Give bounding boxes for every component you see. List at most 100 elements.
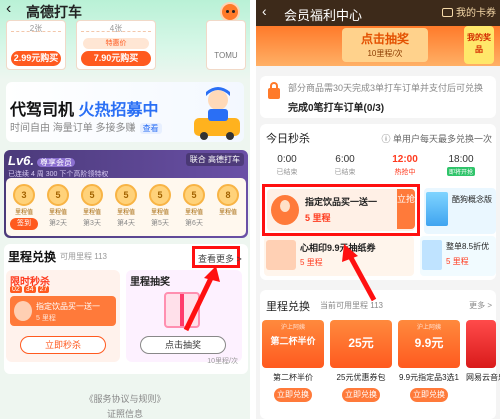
deal-points: 5 里程 (446, 257, 469, 266)
redeem-button[interactable]: 立即兑换 (410, 388, 448, 402)
deal-name: 整单8.5折优 (446, 242, 490, 251)
ticket-card[interactable]: TOMU (206, 20, 246, 70)
ticket-card[interactable]: 4张 特惠价 7.90元购买 (76, 20, 156, 70)
coupon-card[interactable]: 网易云音乐 (466, 320, 500, 408)
mileage-redeem-section: 里程兑换 当前可用里程 113 更多 > 沪上阿姨 第二杯半价 第二杯半价 立即兑… (260, 290, 500, 419)
checkin-day[interactable]: 5 里程值 第3天 (76, 182, 108, 232)
ticket-brand: TOMU (214, 51, 238, 60)
card-icon (442, 8, 453, 17)
redeem-button[interactable]: 立即兑换 (274, 388, 312, 402)
ticket-price-button[interactable]: 7.90元购买 (81, 51, 151, 66)
ticket-strip: 2张 2.99元购买 4张 特惠价 7.90元购买 TOMU (6, 20, 250, 70)
drink-icon (271, 195, 299, 225)
drink-icon (14, 301, 32, 321)
deal-points: 5 里程 (300, 258, 323, 267)
coupon-name: 第二杯半价 (273, 373, 313, 382)
my-coupons-button[interactable]: 我的卡券 (442, 4, 496, 19)
more-link[interactable]: 更多 > (469, 300, 492, 311)
checkin-days: 3 里程值 签到 5 里程值 第2天 5 里程值 第3天 5 里程值 第4天 5 里程值 第5天 5… (6, 178, 246, 236)
checkin-day[interactable]: 8 里程值 (212, 182, 244, 232)
checkin-day[interactable]: 5 里程值 第4天 (110, 182, 142, 232)
left-screenshot-panel: ‹ 高德打车 2张 2.99元购买 4张 特惠价 7.90元购买 TOMU 代驾… (0, 0, 250, 419)
product-image (422, 240, 442, 270)
lock-icon (268, 82, 280, 99)
deal-name: 心相印9.9元抽纸券 (300, 243, 376, 253)
lottery-cost: 10里程/次 (207, 358, 238, 365)
back-arrow-icon[interactable]: ‹ (6, 1, 11, 17)
available-mileage: 可用里程 113 (60, 252, 107, 261)
coupon-card[interactable]: 沪上阿姨 9.9元 9.9元指定品3选1 立即兑换 (398, 320, 460, 408)
ticket-card[interactable]: 2张 2.99元购买 (6, 20, 66, 70)
look-button[interactable]: 查看 (139, 123, 162, 134)
flash-sale-card[interactable]: 限时秒杀 02 34 27 指定饮品买一送一 5 里程 立即秒杀 (6, 270, 120, 362)
unlock-notice: 部分商品需30天完成3单打车订单并支付后可兑换 完成0笔打车订单(0/3) (260, 76, 496, 118)
checkin-day[interactable]: 5 里程值 第5天 (144, 182, 176, 232)
driver-banner-subtitle: 时间自由 海量订单 多接多赚 查看 (10, 119, 162, 134)
flash-sale-item[interactable]: 指定饮品买一送一 5 里程 (10, 296, 116, 326)
driver-recruit-banner[interactable]: 代驾司机 火热招募中 时间自由 海量订单 多接多赚 查看 (6, 82, 244, 142)
time-slot[interactable]: 0:00 已结束 (262, 154, 312, 177)
deal-points: 5 里程 (305, 213, 331, 223)
featured-deal[interactable]: 指定饮品买一送一 5 里程 立抢 (262, 184, 420, 236)
lottery-button[interactable]: 点击抽奖 (140, 336, 226, 354)
product-image (266, 240, 296, 270)
checkin-day[interactable]: 5 里程值 第6天 (178, 182, 210, 232)
available-mileage: 当前可用里程 113 (320, 301, 383, 310)
driver-banner-title: 代驾司机 火热招募中 (10, 102, 159, 119)
item-name: 指定饮品买一送一 (36, 302, 100, 311)
driver-illustration (194, 87, 240, 140)
redeem-button[interactable]: 立即兑换 (342, 388, 380, 402)
time-slot[interactable]: 18:00 即将开抢 (436, 154, 486, 176)
member-level-card[interactable]: Lv6. 尊享会员 已连续 4 周 300 下个高阶领特权 联合 高德打车 3 里程… (4, 150, 248, 238)
deal-card[interactable]: 酷狗概念版 (424, 188, 496, 234)
limit-note: ⓘ 单用户每天最多兑换一次 (381, 134, 492, 144)
product-image (426, 192, 448, 226)
cobrand-tag: 联合 高德打车 (185, 153, 244, 166)
lottery-title: 里程抽奖 (130, 277, 170, 288)
terms-link[interactable]: 《服务协议与规则》 (0, 392, 250, 405)
license-link[interactable]: 证照信息 (0, 407, 250, 419)
section-title: 里程兑换 (266, 301, 310, 313)
coupon-card[interactable]: 沪上阿姨 第二杯半价 第二杯半价 立即兑换 (262, 320, 324, 408)
deal-card[interactable]: 整单8.5折优 5 里程 (420, 236, 496, 276)
deal-name: 酷狗概念版 (452, 195, 492, 204)
right-header: ‹ 会员福利中心 我的卡券 (256, 0, 500, 26)
upcoming-tag: 即将开抢 (446, 167, 475, 176)
back-arrow-icon[interactable]: ‹ (262, 3, 267, 19)
coupon-card[interactable]: 25元 25元优惠券包 立即兑换 (330, 320, 392, 408)
my-prizes-button[interactable]: 我的奖品 (464, 26, 494, 64)
mascot-icon[interactable] (220, 2, 240, 22)
grab-button[interactable]: 立抢 (397, 189, 415, 229)
view-more-button[interactable]: 查看更多 > (192, 246, 242, 268)
notice-text: 部分商品需30天完成3单打车订单并支付后可兑换 (288, 83, 484, 93)
level-title: Lv6. 尊享会员 (8, 153, 76, 168)
page-title: 高德打车 (26, 4, 82, 20)
time-slot-active[interactable]: 12:00 热抢中 (380, 154, 430, 177)
ticket-badge: 特惠价 (83, 38, 149, 49)
left-header: ‹ 高德打车 (0, 0, 250, 22)
deal-name: 指定饮品买一送一 (305, 197, 378, 207)
page-title: 会员福利中心 (284, 8, 363, 23)
section-title: 今日秒杀 (266, 133, 310, 145)
checkin-day[interactable]: 3 里程值 签到 (8, 182, 40, 232)
checkin-day[interactable]: 5 里程值 第2天 (42, 182, 74, 232)
coupon-name: 9.9元指定品3选1 (398, 373, 460, 382)
ticket-count: 2张 (29, 24, 43, 33)
gift-box-icon (164, 292, 200, 328)
today-flash-sale: 今日秒杀 ⓘ 单用户每天最多兑换一次 0:00 已结束 6:00 已结束 12:00… (260, 124, 496, 280)
order-progress: 完成0笔打车订单(0/3) (288, 103, 385, 114)
deal-card[interactable]: 心相印9.9元抽纸券 5 里程 (264, 236, 414, 276)
item-points: 5 里程 (36, 315, 56, 322)
right-screenshot-panel: ‹ 会员福利中心 我的卡券 点击抽奖 10里程/次 我的奖品 部分商品需30天完… (256, 0, 500, 419)
flash-sale-button[interactable]: 立即秒杀 (20, 336, 106, 354)
ticket-price-button[interactable]: 2.99元购买 (11, 51, 61, 66)
coupon-name: 25元优惠券包 (336, 373, 386, 382)
countdown-timer: 02 34 27 (10, 286, 50, 293)
section-title: 里程兑换 (8, 250, 57, 264)
coupon-name: 网易云音乐 (466, 373, 500, 382)
time-slot[interactable]: 6:00 已结束 (320, 154, 370, 177)
ticket-count: 4张 (109, 24, 123, 33)
lottery-card[interactable]: 里程抽奖 点击抽奖 10里程/次 (126, 270, 242, 365)
banner-lottery-button[interactable]: 点击抽奖 10里程/次 (342, 28, 428, 62)
time-slots: 0:00 已结束 6:00 已结束 12:00 热抢中 18:00 即将开抢 (260, 154, 496, 180)
